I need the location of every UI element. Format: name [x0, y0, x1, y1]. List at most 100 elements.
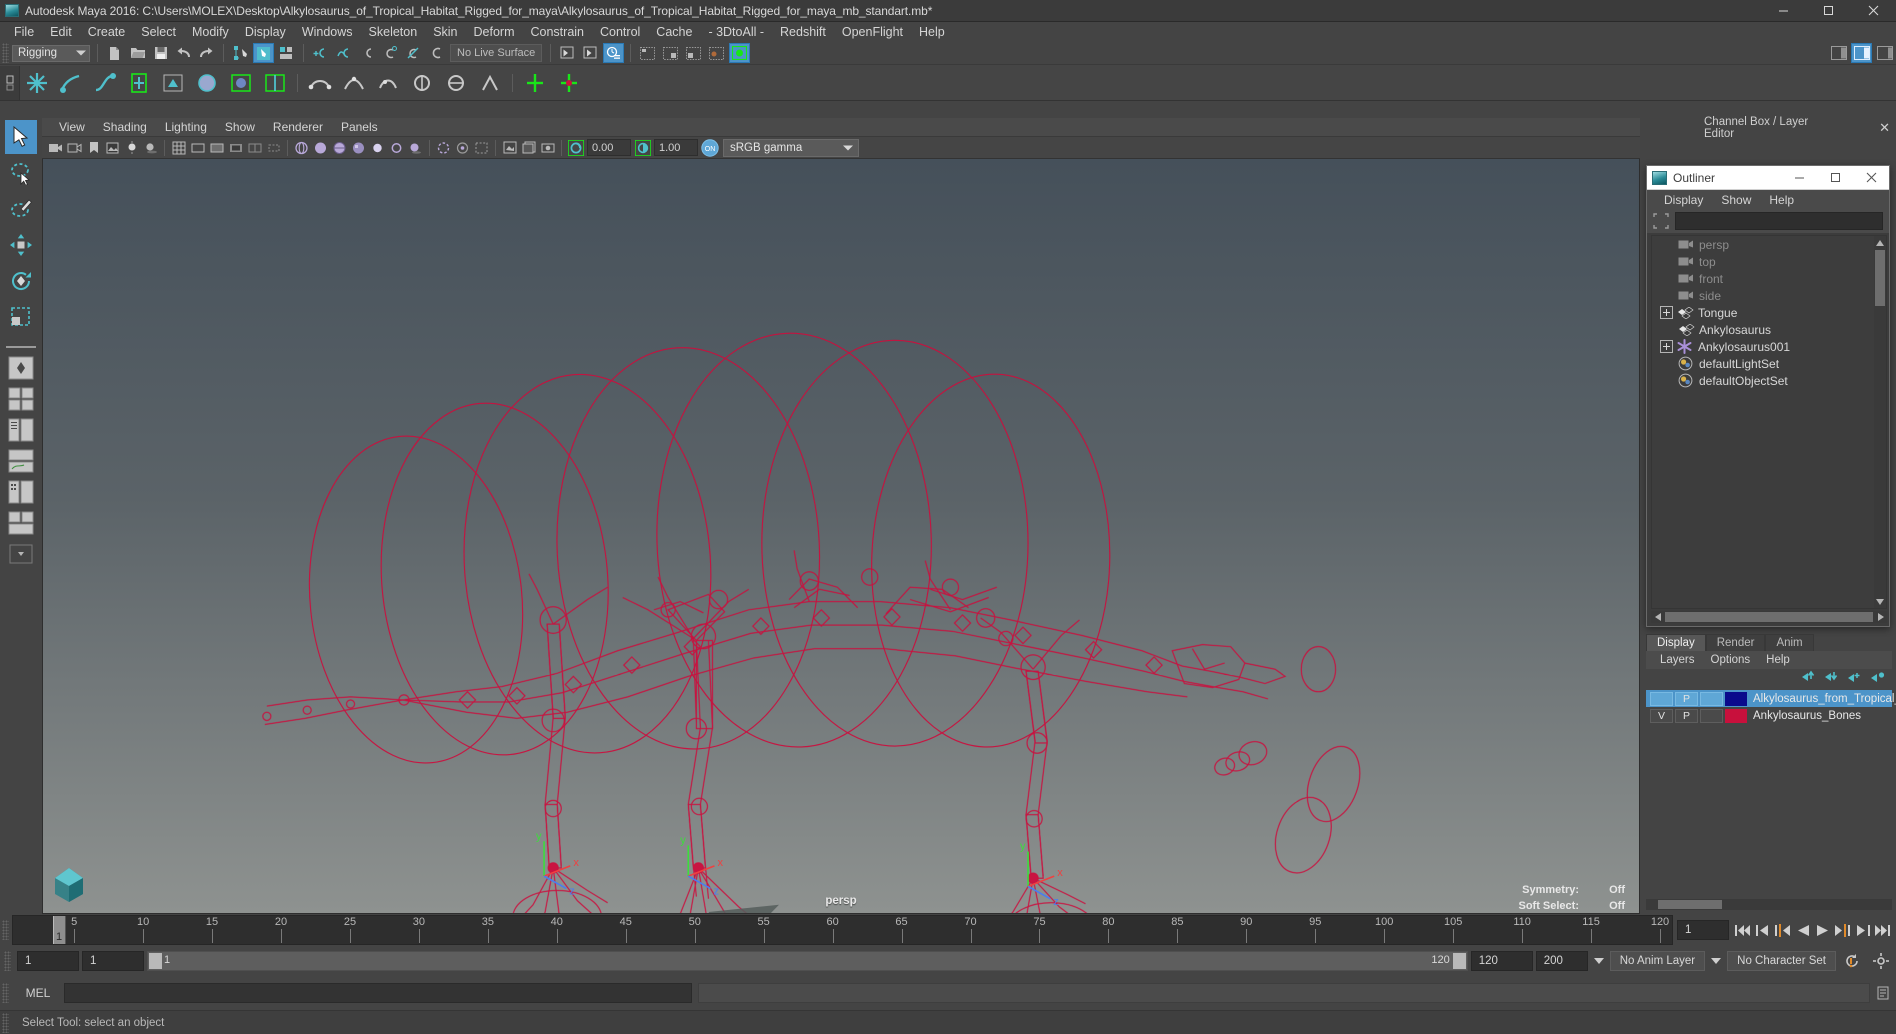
- snap-to-grid-icon[interactable]: [310, 43, 331, 63]
- scrollbar-thumb[interactable]: [1658, 900, 1722, 909]
- shelf-lattice-icon[interactable]: [304, 67, 336, 99]
- editor-attribute-icon[interactable]: [729, 43, 750, 63]
- outliner-item-front[interactable]: front: [1652, 270, 1886, 287]
- shelf-paint-skin-weights-icon[interactable]: [191, 67, 223, 99]
- layout-persp-graph-button[interactable]: [6, 447, 36, 475]
- bookmark-icon[interactable]: [84, 138, 103, 157]
- minimize-icon[interactable]: [1761, 0, 1806, 22]
- time-slider-grip[interactable]: [2, 920, 9, 940]
- script-editor-icon[interactable]: [1870, 986, 1896, 1000]
- new-layer-from-selected-icon[interactable]: [1870, 670, 1886, 689]
- tab-anim[interactable]: Anim: [1765, 634, 1814, 651]
- pick-walk-icon[interactable]: [1653, 213, 1669, 229]
- go-to-end-icon[interactable]: [1873, 919, 1892, 941]
- animation-start-field[interactable]: 1: [17, 951, 79, 971]
- panel-menu-lighting[interactable]: Lighting: [156, 119, 216, 135]
- select-by-object-type-icon[interactable]: [253, 43, 274, 63]
- shaded-wireframe-icon[interactable]: [330, 138, 349, 157]
- dock-close-icon[interactable]: ✕: [1879, 120, 1890, 136]
- range-handle-right[interactable]: [1452, 953, 1466, 969]
- toolbar-grip[interactable]: [2, 43, 9, 63]
- outliner-item-ankylosaurus[interactable]: Ankylosaurus: [1652, 321, 1886, 338]
- menu-modify[interactable]: Modify: [184, 23, 237, 41]
- menu-select[interactable]: Select: [133, 23, 184, 41]
- outliner-search-input[interactable]: [1675, 212, 1883, 230]
- menu-deform[interactable]: Deform: [466, 23, 523, 41]
- shelf-bind-skin-icon[interactable]: [157, 67, 189, 99]
- layer-row[interactable]: P Alkylosaurus_from_Tropical_Hab: [1646, 690, 1896, 707]
- layout-single-perspective-button[interactable]: [6, 354, 36, 382]
- menu-constrain[interactable]: Constrain: [523, 23, 593, 41]
- layer-color-swatch[interactable]: [1725, 708, 1747, 723]
- menu-redshift[interactable]: Redshift: [772, 23, 834, 41]
- new-layer-icon[interactable]: [1847, 670, 1863, 689]
- character-set-selector[interactable]: No Character Set: [1727, 951, 1836, 971]
- outliner-item-side[interactable]: side: [1652, 287, 1886, 304]
- editor-ipr-panel-icon[interactable]: [683, 43, 704, 63]
- panel-menu-show[interactable]: Show: [216, 119, 264, 135]
- shelf-parent-constraint-icon[interactable]: [519, 67, 551, 99]
- layer-visibility-toggle[interactable]: V: [1650, 708, 1673, 723]
- range-slider-bar[interactable]: 1 120: [147, 951, 1468, 971]
- outliner-item-top[interactable]: top: [1652, 253, 1886, 270]
- menu-edit[interactable]: Edit: [42, 23, 80, 41]
- layout-persp-outliner-graph-button[interactable]: [6, 509, 36, 537]
- new-scene-icon[interactable]: [104, 43, 125, 63]
- step-back-keyframe-icon[interactable]: [1753, 919, 1772, 941]
- color-profile-selector[interactable]: sRGB gamma: [723, 138, 859, 157]
- menu-display[interactable]: Display: [237, 23, 294, 41]
- layers-menu[interactable]: Layers: [1652, 653, 1703, 667]
- snap-to-curve-icon[interactable]: [333, 43, 354, 63]
- wireframe-shading-icon[interactable]: [292, 138, 311, 157]
- chevron-down-icon[interactable]: [1711, 958, 1722, 964]
- editor-outliner-icon[interactable]: [637, 43, 658, 63]
- play-forwards-icon[interactable]: [1813, 919, 1832, 941]
- shelf-insert-joint-icon[interactable]: [123, 67, 155, 99]
- panel-menu-renderer[interactable]: Renderer: [264, 119, 332, 135]
- maximize-icon[interactable]: [1806, 0, 1851, 22]
- outliner-item-defaultobjectset[interactable]: defaultObjectSet: [1652, 372, 1886, 389]
- animation-end-field[interactable]: 200: [1535, 951, 1588, 971]
- chevron-down-icon[interactable]: [1593, 958, 1604, 964]
- move-layer-up-icon[interactable]: [1801, 670, 1817, 689]
- view-cube-gizmo[interactable]: [49, 864, 89, 909]
- smooth-shade-icon[interactable]: [311, 138, 330, 157]
- shelf-cluster-icon[interactable]: [372, 67, 404, 99]
- scrollbar-thumb[interactable]: [1665, 612, 1873, 622]
- menu-windows[interactable]: Windows: [294, 23, 361, 41]
- snap-to-view-planes-icon[interactable]: [402, 43, 423, 63]
- shadow-display-icon[interactable]: [406, 138, 425, 157]
- shelf-ik-handle-icon[interactable]: [55, 67, 87, 99]
- auto-keyframe-icon[interactable]: [1839, 952, 1865, 970]
- shelf-blend-shape-icon[interactable]: [406, 67, 438, 99]
- menu-3dtoall[interactable]: - 3DtoAll -: [700, 23, 772, 41]
- outliner-item-defaultlightset[interactable]: defaultLightSet: [1652, 355, 1886, 372]
- select-by-hierarchy-icon[interactable]: [230, 43, 251, 63]
- shelf-nonlinear-icon[interactable]: [440, 67, 472, 99]
- shelf-ik-spline-icon[interactable]: [89, 67, 121, 99]
- tab-render[interactable]: Render: [1705, 634, 1766, 651]
- current-frame-field[interactable]: 1: [1677, 920, 1729, 940]
- layer-visibility-toggle[interactable]: [1650, 691, 1673, 706]
- use-default-lighting-icon[interactable]: [368, 138, 387, 157]
- step-forward-keyframe-icon[interactable]: [1853, 919, 1872, 941]
- editor-graph-icon[interactable]: [660, 43, 681, 63]
- color-management-toggle-icon[interactable]: ON: [700, 138, 720, 157]
- xray-active-components-icon[interactable]: [472, 138, 491, 157]
- ipr-render-icon[interactable]: [603, 43, 624, 63]
- scroll-right-icon[interactable]: [1874, 611, 1887, 623]
- command-input-field[interactable]: [64, 983, 692, 1003]
- close-icon[interactable]: [1851, 0, 1896, 22]
- layout-outliner-persp-button[interactable]: [6, 416, 36, 444]
- animation-preferences-icon[interactable]: [1868, 952, 1894, 970]
- scroll-down-icon[interactable]: [1874, 595, 1886, 608]
- shadows-icon[interactable]: [141, 138, 160, 157]
- menu-cache[interactable]: Cache: [648, 23, 700, 41]
- scale-tool-button[interactable]: [5, 300, 37, 334]
- gate-mask-icon[interactable]: [226, 138, 245, 157]
- outliner-horizontal-scrollbar[interactable]: [1651, 611, 1887, 623]
- two-sided-lighting-icon[interactable]: [122, 138, 141, 157]
- layer-color-swatch[interactable]: [1725, 691, 1747, 706]
- safe-action-icon[interactable]: [264, 138, 283, 157]
- grid-toggle-icon[interactable]: [169, 138, 188, 157]
